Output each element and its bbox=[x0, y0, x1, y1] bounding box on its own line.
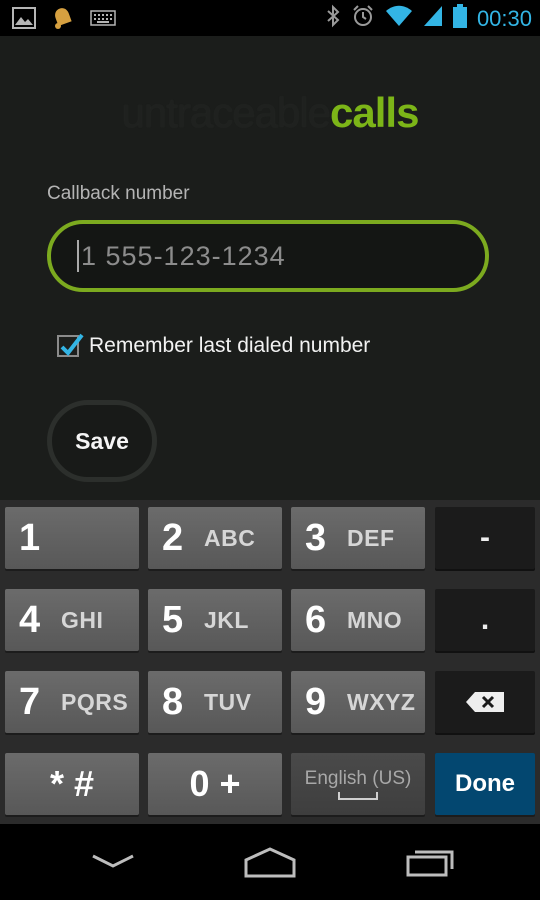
language-space-key[interactable]: English (US) bbox=[291, 753, 425, 815]
text-cursor bbox=[77, 240, 79, 272]
status-bar: 00:30 bbox=[0, 0, 540, 36]
key-1-number: 1 bbox=[19, 516, 41, 559]
language-label: English (US) bbox=[304, 768, 412, 789]
key-2[interactable]: 2 ABC bbox=[148, 507, 282, 569]
key-dash[interactable]: - bbox=[435, 507, 535, 569]
wifi-icon bbox=[385, 5, 413, 32]
home-icon bbox=[244, 847, 296, 878]
key-2-number: 2 bbox=[162, 516, 184, 559]
done-key-label: Done bbox=[455, 770, 515, 797]
logo-text-untraceable: untraceable bbox=[121, 89, 331, 136]
key-8[interactable]: 8 TUV bbox=[148, 671, 282, 733]
remember-number-row[interactable]: Remember last dialed number bbox=[57, 333, 371, 358]
key-4-letters: GHI bbox=[61, 606, 104, 633]
key-dash-label: - bbox=[480, 521, 490, 554]
key-9-number: 9 bbox=[305, 680, 327, 723]
callback-number-input[interactable]: 1 555-123-1234 bbox=[47, 220, 489, 292]
key-5-number: 5 bbox=[162, 598, 184, 641]
numeric-keyboard: 1 2 ABC 3 DEF - 4 GHI 5 JKL 6 MNO . 7 PQ… bbox=[0, 500, 540, 824]
key-7-letters: PQRS bbox=[61, 688, 129, 715]
keyboard-icon bbox=[90, 10, 116, 31]
key-6-number: 6 bbox=[305, 598, 327, 641]
callback-number-label: Callback number bbox=[47, 183, 190, 204]
key-5-letters: JKL bbox=[204, 606, 249, 633]
app-logo: untraceablecalls bbox=[0, 88, 540, 138]
app-screen: untraceablecalls Callback number 1 555-1… bbox=[0, 36, 540, 500]
callback-number-placeholder: 1 555-123-1234 bbox=[81, 240, 286, 271]
save-button[interactable]: Save bbox=[47, 400, 157, 482]
key-6-letters: MNO bbox=[347, 606, 403, 633]
back-icon bbox=[92, 854, 134, 868]
key-3-letters: DEF bbox=[347, 524, 395, 551]
key-1[interactable]: 1 bbox=[5, 507, 139, 569]
bluetooth-icon bbox=[325, 4, 341, 33]
key-0-plus[interactable]: 0 + bbox=[148, 753, 282, 815]
home-button[interactable] bbox=[210, 824, 330, 900]
key-star-hash[interactable]: * # bbox=[5, 753, 139, 815]
key-8-number: 8 bbox=[162, 680, 184, 723]
recent-apps-button[interactable] bbox=[370, 824, 490, 900]
back-button[interactable] bbox=[53, 824, 173, 900]
alarm-icon bbox=[351, 4, 375, 33]
key-star-hash-label: * # bbox=[49, 763, 95, 804]
battery-icon bbox=[452, 4, 467, 33]
key-9[interactable]: 9 WXYZ bbox=[291, 671, 425, 733]
key-6[interactable]: 6 MNO bbox=[291, 589, 425, 651]
recent-apps-icon bbox=[406, 850, 454, 877]
key-period-label: . bbox=[480, 603, 490, 636]
key-7-number: 7 bbox=[19, 680, 41, 723]
key-3[interactable]: 3 DEF bbox=[291, 507, 425, 569]
done-key[interactable]: Done bbox=[435, 753, 535, 815]
space-bar-icon bbox=[338, 792, 378, 800]
key-0-plus-label: 0 + bbox=[189, 763, 241, 804]
key-9-letters: WXYZ bbox=[347, 688, 416, 715]
remember-number-label: Remember last dialed number bbox=[89, 334, 371, 357]
clock: 00:30 bbox=[476, 5, 532, 31]
checkmark-icon bbox=[60, 333, 84, 357]
key-8-letters: TUV bbox=[204, 688, 252, 715]
navigation-bar bbox=[0, 824, 540, 900]
backspace-icon bbox=[466, 692, 504, 712]
key-7[interactable]: 7 PQRS bbox=[5, 671, 139, 733]
key-period[interactable]: . bbox=[435, 589, 535, 651]
key-4-number: 4 bbox=[19, 598, 41, 641]
notification-bell-icon bbox=[50, 6, 76, 35]
gallery-icon bbox=[12, 7, 36, 34]
key-5[interactable]: 5 JKL bbox=[148, 589, 282, 651]
key-3-number: 3 bbox=[305, 516, 327, 559]
signal-icon bbox=[423, 4, 443, 33]
remember-number-checkbox[interactable] bbox=[57, 333, 84, 357]
key-4[interactable]: 4 GHI bbox=[5, 589, 139, 651]
logo-text-calls: calls bbox=[330, 89, 419, 136]
key-2-letters: ABC bbox=[204, 524, 256, 551]
backspace-key[interactable] bbox=[435, 671, 535, 733]
